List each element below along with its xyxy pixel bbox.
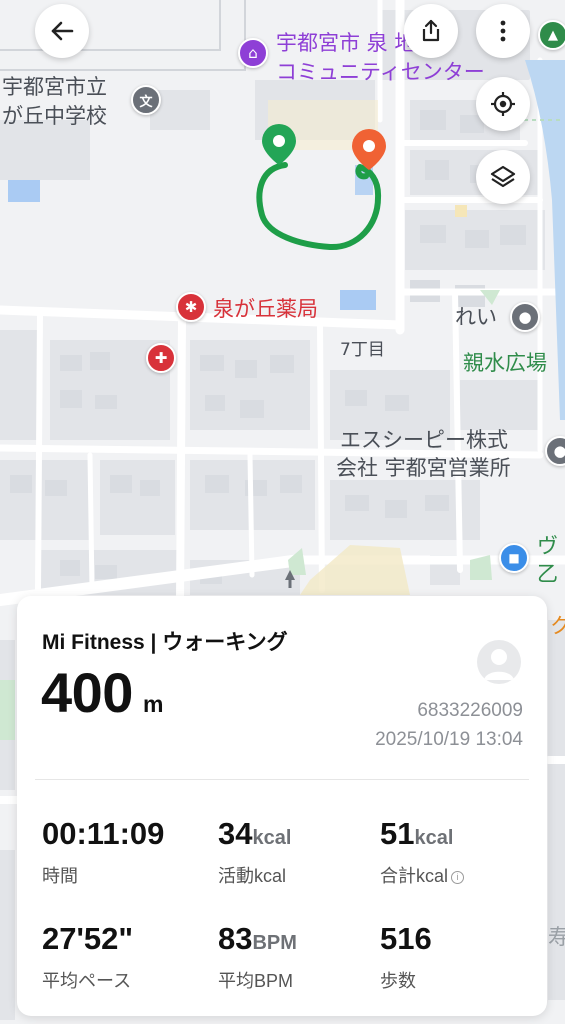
workout-summary-card: Mi Fitness | ウォーキング 400 m 6833226009 2025… (17, 596, 547, 1016)
more-button[interactable] (476, 4, 530, 58)
back-arrow-icon (51, 21, 74, 41)
map-label-partial-otsu: 乙 (537, 562, 558, 586)
stat-value: 27'52" (42, 921, 134, 956)
distance-value: 400 (41, 661, 133, 724)
stat-value: 516 (380, 921, 432, 956)
more-vertical-icon (500, 20, 506, 42)
stat-unit: BPM (252, 932, 297, 954)
stat-value: 51 (380, 816, 415, 851)
lock-icon[interactable]: ■ (499, 543, 529, 573)
stat-label: 平均ペース (42, 971, 132, 991)
map-label-company-2[interactable]: 会社 宇都宮営業所 (336, 456, 511, 481)
map-label-partial-ku: ク (550, 614, 565, 638)
layers-icon (490, 165, 516, 188)
info-icon[interactable]: i (451, 871, 465, 884)
locate-icon (491, 92, 515, 116)
share-icon (422, 19, 440, 42)
stat-value: 34 (218, 816, 253, 851)
walk-route (256, 162, 382, 251)
tree-icon[interactable]: ▲ (538, 20, 565, 50)
map-label-community-center[interactable]: 宇都宮市 泉 地 (276, 31, 415, 56)
pharmacy-icon[interactable]: ✱ (176, 292, 206, 322)
stat-avg-bpm: 83BPM 平均BPM (218, 921, 297, 993)
stat-duration: 00:11:09 時間 (42, 816, 164, 888)
distance-display: 400 m (41, 660, 163, 725)
user-id: 6833226009 (417, 700, 523, 721)
stat-unit: kcal (252, 827, 292, 849)
map-label-park[interactable]: 親水広場 (463, 351, 547, 376)
share-button[interactable] (404, 4, 458, 58)
map-label-rei[interactable]: れい (455, 305, 497, 330)
map-label-school[interactable]: 宇都宮市立 (2, 75, 107, 100)
stat-active-kcal: 34kcal 活動kcal (218, 816, 291, 888)
stat-label: 平均BPM (218, 971, 294, 991)
stat-value: 83 (218, 921, 253, 956)
back-button[interactable] (35, 4, 89, 58)
stat-label: 時間 (42, 866, 78, 886)
map-label-block: 7丁目 (340, 340, 385, 360)
map-label-company[interactable]: エスシーピー株式 (340, 428, 508, 453)
place-icon[interactable]: ● (510, 302, 540, 332)
divider (35, 779, 529, 780)
layers-button[interactable] (476, 150, 530, 204)
stat-steps: 516 歩数 (380, 921, 432, 993)
stat-label: 合計kcal (380, 866, 449, 886)
locate-button[interactable] (476, 77, 530, 131)
distance-unit: m (142, 691, 164, 717)
app-title: Mi Fitness | ウォーキング (42, 631, 288, 654)
school-icon[interactable]: 文 (131, 85, 161, 115)
map-label-school-2[interactable]: が丘中学校 (2, 104, 107, 129)
end-pin-icon (352, 129, 386, 170)
map-label-partial-kotobuki: 寿 (548, 925, 565, 949)
medical-cross-icon[interactable]: ✚ (146, 343, 176, 373)
stat-unit: kcal (414, 827, 454, 849)
stat-avg-pace: 27'52" 平均ペース (42, 921, 133, 993)
map-label-pharmacy[interactable]: 泉が丘薬局 (213, 297, 318, 322)
map-label-partial-v: ヴ (537, 534, 558, 558)
start-pin-icon (262, 124, 296, 165)
map-label-community-center-2[interactable]: コミュニティセンター (276, 60, 485, 85)
stat-label: 歩数 (380, 971, 416, 991)
workout-datetime: 2025/10/19 13:04 (375, 729, 523, 750)
stat-label: 活動kcal (218, 866, 287, 886)
avatar-icon[interactable] (477, 640, 521, 684)
building-icon[interactable]: ⌂ (238, 38, 268, 68)
stat-total-kcal: 51kcal 合計kcal i (380, 816, 465, 888)
stat-value: 00:11:09 (42, 816, 165, 851)
